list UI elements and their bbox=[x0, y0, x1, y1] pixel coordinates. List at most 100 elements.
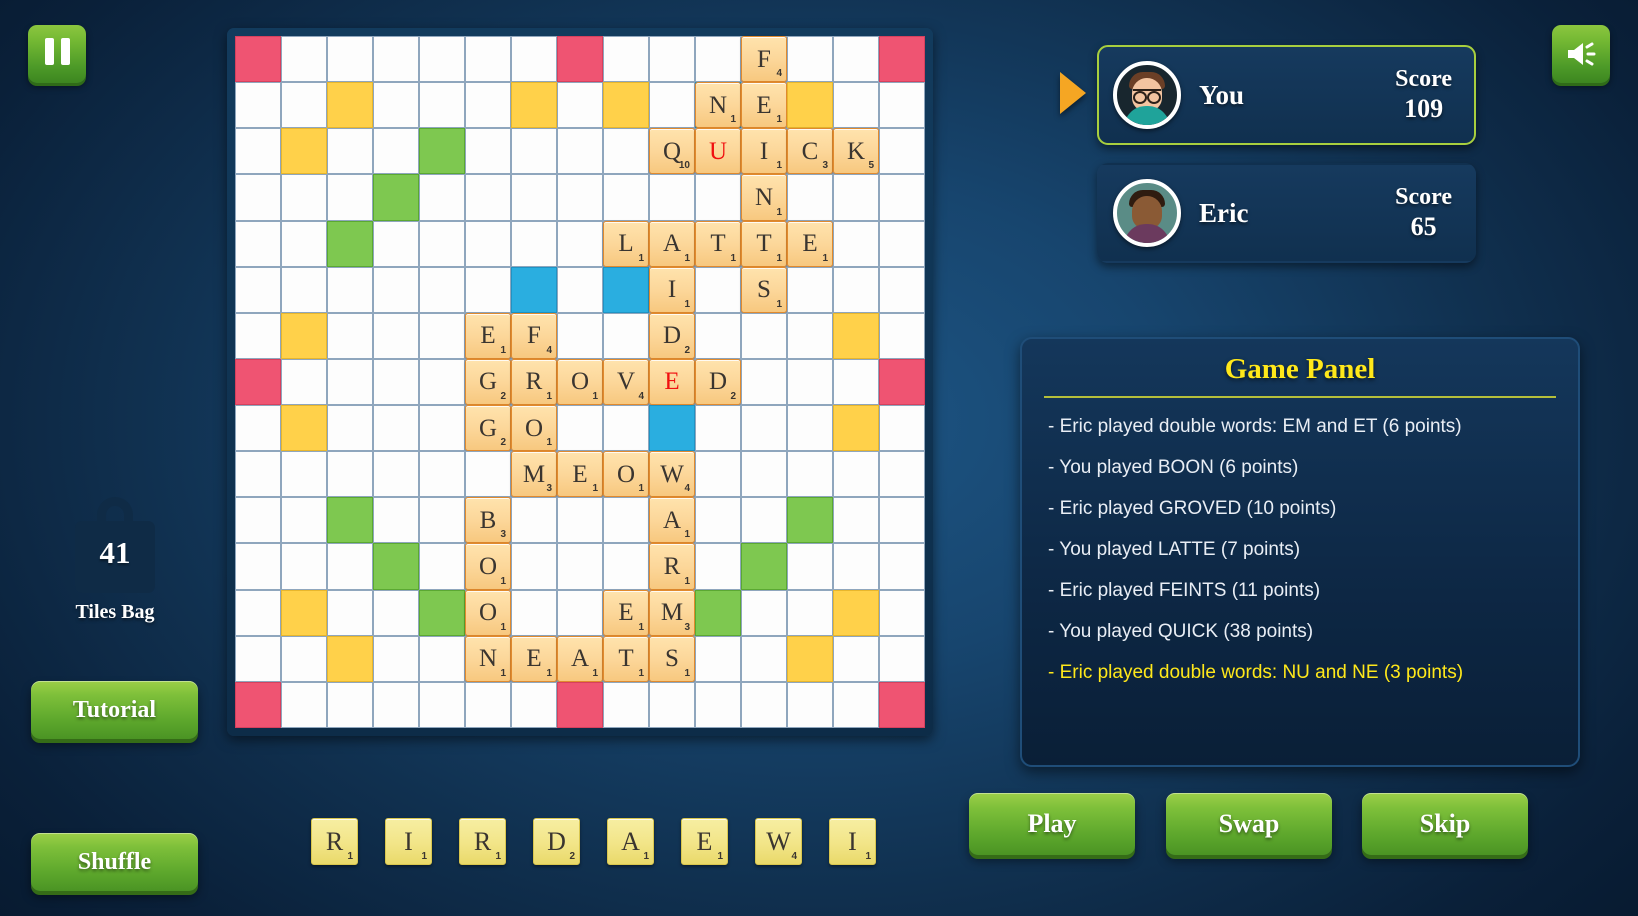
board-tile[interactable]: A1 bbox=[649, 497, 695, 544]
board-cell[interactable] bbox=[327, 82, 373, 129]
tutorial-button[interactable]: Tutorial bbox=[31, 681, 198, 739]
board-cell[interactable] bbox=[281, 635, 327, 682]
board-cell[interactable] bbox=[833, 82, 879, 129]
board-cell[interactable] bbox=[879, 312, 925, 359]
board-tile[interactable]: S1 bbox=[741, 266, 787, 313]
board-cell[interactable] bbox=[695, 174, 741, 221]
board-cell[interactable] bbox=[695, 405, 741, 452]
board-cell[interactable] bbox=[419, 266, 465, 313]
board-grid[interactable]: F 4 N 1 E 1 Q 10 U I 1 C 3 K 5 N 1 L 1 A 1 T 1 T 1 E 1 I 1 S 1 E 1 F 4 D 2 G 2… bbox=[235, 36, 925, 728]
rack-tile[interactable]: R1 bbox=[459, 818, 506, 865]
board-cell[interactable] bbox=[281, 82, 327, 129]
board-cell[interactable] bbox=[327, 312, 373, 359]
board-cell[interactable] bbox=[741, 497, 787, 544]
board-cell[interactable] bbox=[557, 543, 603, 590]
board-cell[interactable] bbox=[649, 174, 695, 221]
board-tile[interactable]: Q 10 bbox=[649, 128, 695, 175]
board-cell[interactable] bbox=[465, 451, 511, 498]
board-cell[interactable] bbox=[833, 497, 879, 544]
board-cell[interactable] bbox=[281, 405, 327, 452]
board-tile[interactable]: I1 bbox=[649, 266, 695, 313]
board-cell[interactable] bbox=[603, 681, 649, 728]
board-tile[interactable]: T1 bbox=[695, 220, 741, 267]
board-tile[interactable]: K5 bbox=[833, 128, 879, 175]
board-cell[interactable] bbox=[419, 128, 465, 175]
board-cell[interactable] bbox=[419, 174, 465, 221]
board-cell[interactable] bbox=[879, 358, 925, 406]
board-cell[interactable] bbox=[511, 174, 557, 221]
board-cell[interactable] bbox=[879, 681, 925, 728]
board-cell[interactable]: E1 bbox=[603, 589, 649, 636]
board-cell[interactable]: E bbox=[649, 358, 695, 406]
board-cell[interactable] bbox=[281, 266, 327, 313]
board-cell[interactable] bbox=[695, 266, 741, 313]
board-cell[interactable] bbox=[281, 543, 327, 590]
board-cell[interactable] bbox=[879, 128, 925, 175]
board-cell[interactable] bbox=[327, 174, 373, 221]
board-tile[interactable]: O1 bbox=[511, 405, 557, 452]
board-cell[interactable] bbox=[465, 266, 511, 313]
board-cell[interactable] bbox=[787, 681, 833, 728]
board-cell[interactable]: B3 bbox=[465, 497, 511, 544]
game-log-list[interactable]: - Eric played double words: EM and ET (6… bbox=[1044, 406, 1556, 693]
board-cell[interactable] bbox=[235, 497, 281, 544]
board-cell[interactable]: S1 bbox=[741, 266, 787, 313]
board-cell[interactable] bbox=[695, 312, 741, 359]
board-cell[interactable] bbox=[833, 358, 879, 406]
board-cell[interactable] bbox=[327, 635, 373, 682]
board-tile[interactable]: R1 bbox=[649, 543, 695, 590]
board-cell[interactable] bbox=[327, 405, 373, 452]
board-cell[interactable]: L1 bbox=[603, 220, 649, 267]
board-cell[interactable]: T1 bbox=[741, 220, 787, 267]
board-cell[interactable] bbox=[833, 174, 879, 221]
board-cell[interactable] bbox=[465, 82, 511, 129]
board-cell[interactable] bbox=[603, 82, 649, 129]
board-tile[interactable]: N1 bbox=[465, 635, 511, 682]
play-button[interactable]: Play bbox=[969, 793, 1135, 855]
board-cell[interactable] bbox=[235, 220, 281, 267]
board-tile[interactable]: F4 bbox=[511, 312, 557, 359]
board-cell[interactable] bbox=[695, 451, 741, 498]
board-cell[interactable] bbox=[419, 358, 465, 406]
board-tile[interactable]: V4 bbox=[603, 358, 649, 406]
board-cell[interactable] bbox=[419, 635, 465, 682]
board-cell[interactable] bbox=[557, 589, 603, 636]
board-cell[interactable] bbox=[833, 220, 879, 267]
board-cell[interactable] bbox=[465, 681, 511, 728]
board-cell[interactable] bbox=[511, 128, 557, 175]
board-cell[interactable] bbox=[373, 589, 419, 636]
board-tile[interactable]: F4 bbox=[741, 36, 787, 83]
board-cell[interactable]: T1 bbox=[695, 220, 741, 267]
board-cell[interactable] bbox=[879, 82, 925, 129]
board-cell[interactable]: F4 bbox=[511, 312, 557, 359]
board-cell[interactable] bbox=[327, 497, 373, 544]
board-cell[interactable] bbox=[419, 405, 465, 452]
board-cell[interactable]: I1 bbox=[741, 128, 787, 175]
board-cell[interactable] bbox=[327, 589, 373, 636]
board-cell[interactable]: O1 bbox=[511, 405, 557, 452]
board-cell[interactable]: N1 bbox=[465, 635, 511, 682]
board-cell[interactable] bbox=[373, 543, 419, 590]
board-cell[interactable] bbox=[327, 220, 373, 267]
board-cell[interactable] bbox=[787, 543, 833, 590]
board-cell[interactable] bbox=[373, 405, 419, 452]
board-cell[interactable] bbox=[419, 543, 465, 590]
board-cell[interactable] bbox=[419, 589, 465, 636]
board-cell[interactable]: R1 bbox=[511, 358, 557, 406]
board-tile[interactable]: N1 bbox=[741, 174, 787, 221]
board-cell[interactable] bbox=[373, 174, 419, 221]
board-cell[interactable] bbox=[833, 312, 879, 359]
board-cell[interactable] bbox=[557, 128, 603, 175]
board-tile[interactable]: E bbox=[649, 358, 695, 406]
board-cell[interactable] bbox=[235, 266, 281, 313]
board-cell[interactable] bbox=[787, 405, 833, 452]
board-cell[interactable] bbox=[787, 82, 833, 129]
board-cell[interactable] bbox=[419, 681, 465, 728]
board-cell[interactable] bbox=[649, 82, 695, 129]
board-cell[interactable] bbox=[419, 36, 465, 83]
board-cell[interactable]: O1 bbox=[603, 451, 649, 498]
board-cell[interactable]: V4 bbox=[603, 358, 649, 406]
board-cell[interactable]: C3 bbox=[787, 128, 833, 175]
board-cell[interactable] bbox=[741, 635, 787, 682]
board-cell[interactable] bbox=[787, 312, 833, 359]
